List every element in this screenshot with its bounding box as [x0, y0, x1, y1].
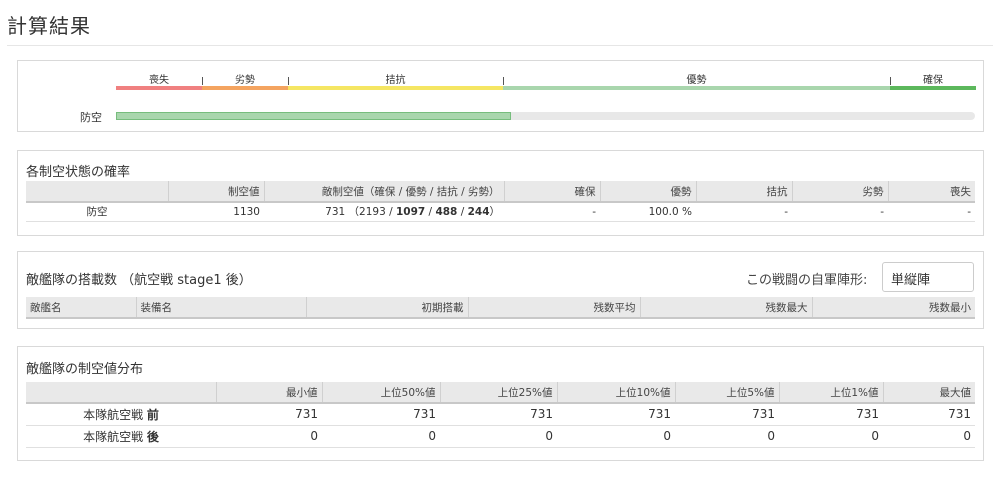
segment-divider [890, 77, 891, 85]
value-cell: 0 [216, 425, 322, 448]
bar-row-label: 防空 [80, 111, 102, 124]
table-row: 本隊航空戦 後 0 0 0 0 0 0 0 [26, 425, 975, 448]
value-cell: 0 [883, 425, 975, 448]
probability-table: 制空値 敵制空値（確保 / 優勢 / 拮抗 / 劣勢） 確保 優勢 拮抗 劣勢 … [26, 181, 975, 222]
value-cell: 0 [675, 425, 779, 448]
distribution-table: 最小値 上位50%値 上位25%値 上位10%値 上位5%値 上位1%値 最大値… [26, 382, 975, 448]
segment-color-yusei [503, 86, 890, 90]
column-header: 上位25%値 [440, 382, 558, 404]
column-header: 優勢 [600, 181, 697, 203]
column-header: 最大値 [883, 382, 975, 404]
column-header: 劣勢 [792, 181, 889, 203]
soshitsu-cell: - [888, 202, 975, 222]
column-header: 敵艦名 [26, 297, 137, 319]
column-header: 初期搭載 [306, 297, 469, 319]
ressei-cell: - [792, 202, 888, 222]
segment-color-soshitsu [116, 86, 202, 90]
row-name: 本隊航空戦 後 [26, 425, 216, 448]
column-header [26, 181, 169, 203]
column-header: 上位50%値 [322, 382, 441, 404]
formation-label: この戦闘の自軍陣形: [746, 273, 868, 288]
segment-divider [288, 77, 289, 85]
column-header: 上位5%値 [675, 382, 780, 404]
value-cell: 731 [883, 403, 975, 426]
segment-label-kikkou: 拮抗 [385, 75, 406, 86]
segment-label-kakuho: 確保 [923, 75, 943, 86]
value-cell: 0 [779, 425, 883, 448]
segment-divider [503, 77, 504, 85]
table-row: 本隊航空戦 前 731 731 731 731 731 731 731 [26, 403, 975, 426]
enemy-slot-panel: 敵艦隊の搭載数 （航空戦 stage1 後） この戦闘の自軍陣形: 単縦陣 敵艦… [17, 251, 984, 329]
column-header: 制空値 [168, 181, 265, 203]
row-name: 防空 [26, 202, 168, 222]
column-header: 喪失 [888, 181, 975, 203]
column-header: 残数平均 [468, 297, 641, 319]
table-header-row: 制空値 敵制空値（確保 / 優勢 / 拮抗 / 劣勢） 確保 優勢 拮抗 劣勢 … [26, 181, 975, 203]
column-header: 装備名 [136, 297, 307, 319]
air-value-progress-fill [116, 112, 512, 120]
segment-color-kakuho [890, 86, 976, 90]
column-header: 残数最大 [640, 297, 813, 319]
kikkou-cell: - [696, 202, 792, 222]
enemy-air-value-cell: 731 （2193 / 1097 / 488 / 244） [264, 202, 504, 222]
column-header: 確保 [504, 181, 601, 203]
enemy-slot-title: 敵艦隊の搭載数 （航空戦 stage1 後） [26, 273, 252, 288]
column-header: 敵制空値（確保 / 優勢 / 拮抗 / 劣勢） [264, 181, 505, 203]
table-header-row: 敵艦名 装備名 初期搭載 残数平均 残数最大 残数最小 [26, 297, 975, 319]
value-cell: 731 [557, 403, 675, 426]
column-header: 拮抗 [696, 181, 793, 203]
formation-select[interactable]: 単縦陣 [882, 262, 974, 292]
table-row: 防空 1130 731 （2193 / 1097 / 488 / 244） - … [26, 202, 975, 222]
segment-label-soshitsu: 喪失 [149, 75, 169, 86]
air-state-panel: 喪失 劣勢 拮抗 優勢 確保 防空 [17, 60, 984, 132]
probability-panel: 各制空状態の確率 制空値 敵制空値（確保 / 優勢 / 拮抗 / 劣勢） 確保 … [17, 150, 984, 236]
distribution-title: 敵艦隊の制空値分布 [26, 362, 144, 377]
segment-label-ressei: 劣勢 [235, 75, 255, 86]
segment-label-yusei: 優勢 [686, 75, 707, 86]
column-header: 上位1%値 [779, 382, 884, 404]
value-cell: 0 [322, 425, 440, 448]
air-value-progress-track [116, 112, 975, 120]
segment-divider [202, 77, 203, 85]
page-title: 計算結果 [7, 14, 91, 38]
value-cell: 0 [557, 425, 675, 448]
title-divider [7, 45, 993, 46]
column-header: 上位10%値 [557, 382, 676, 404]
row-name: 本隊航空戦 前 [26, 403, 216, 426]
value-cell: 731 [440, 403, 557, 426]
value-cell: 0 [440, 425, 557, 448]
probability-title: 各制空状態の確率 [26, 165, 131, 180]
distribution-panel: 敵艦隊の制空値分布 最小値 上位50%値 上位25%値 上位10%値 上位5%値… [17, 346, 984, 461]
yusei-cell: 100.0 % [600, 202, 696, 222]
segment-color-kikkou [288, 86, 503, 90]
column-header [26, 382, 217, 404]
value-cell: 731 [779, 403, 883, 426]
column-header: 残数最小 [812, 297, 975, 319]
value-cell: 731 [675, 403, 779, 426]
air-value-cell: 1130 [168, 202, 264, 222]
column-header: 最小値 [216, 382, 323, 404]
enemy-slot-table: 敵艦名 装備名 初期搭載 残数平均 残数最大 残数最小 [26, 297, 975, 319]
value-cell: 731 [322, 403, 440, 426]
segment-color-ressei [202, 86, 288, 90]
table-header-row: 最小値 上位50%値 上位25%値 上位10%値 上位5%値 上位1%値 最大値 [26, 382, 975, 404]
value-cell: 731 [216, 403, 322, 426]
kakuho-cell: - [504, 202, 600, 222]
